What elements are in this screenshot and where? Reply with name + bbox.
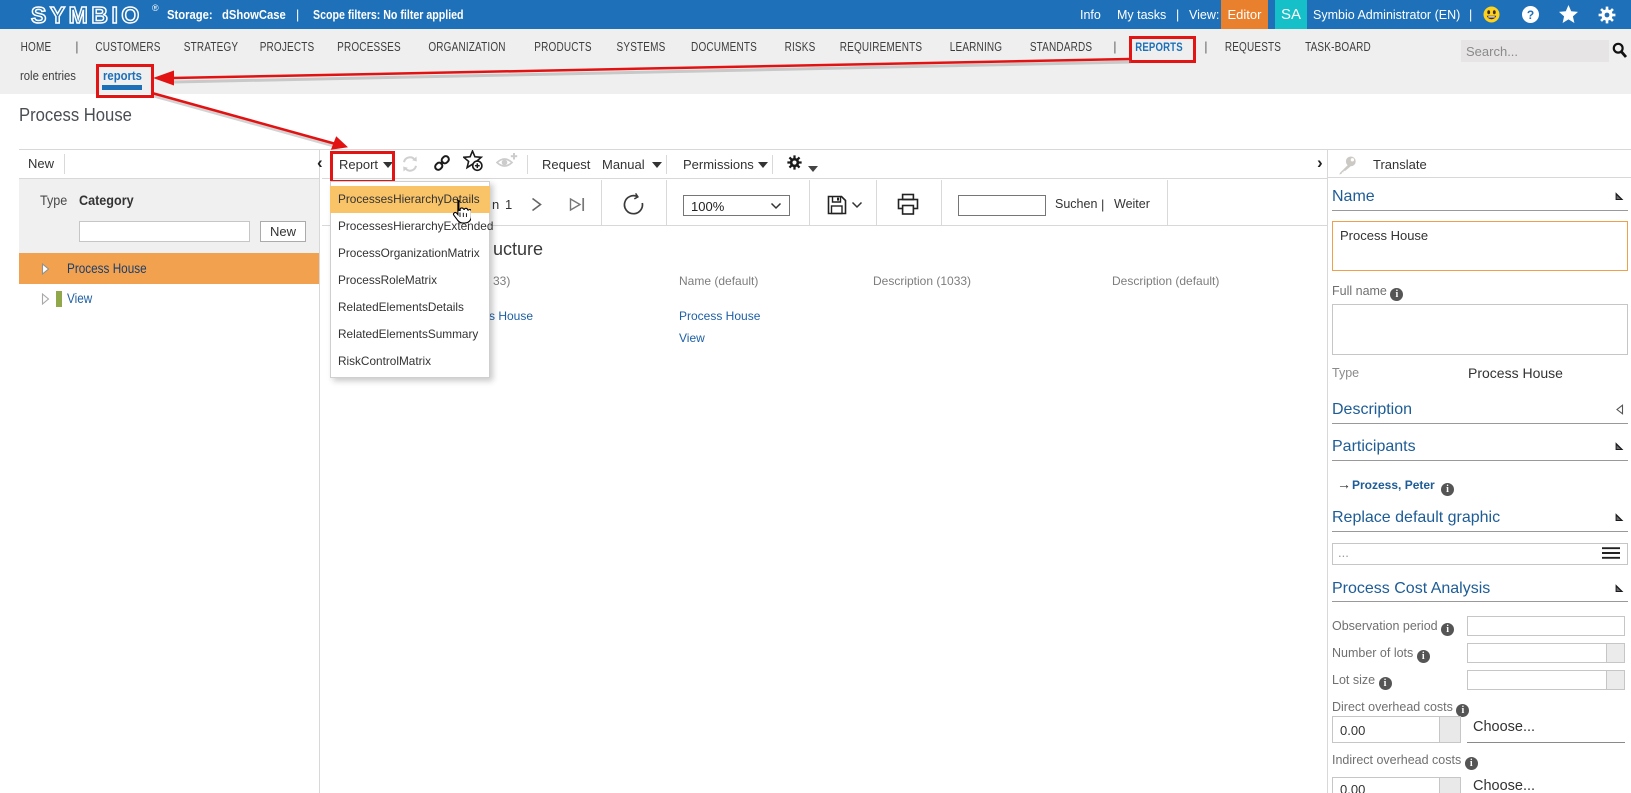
- svg-text:?: ?: [1527, 8, 1534, 22]
